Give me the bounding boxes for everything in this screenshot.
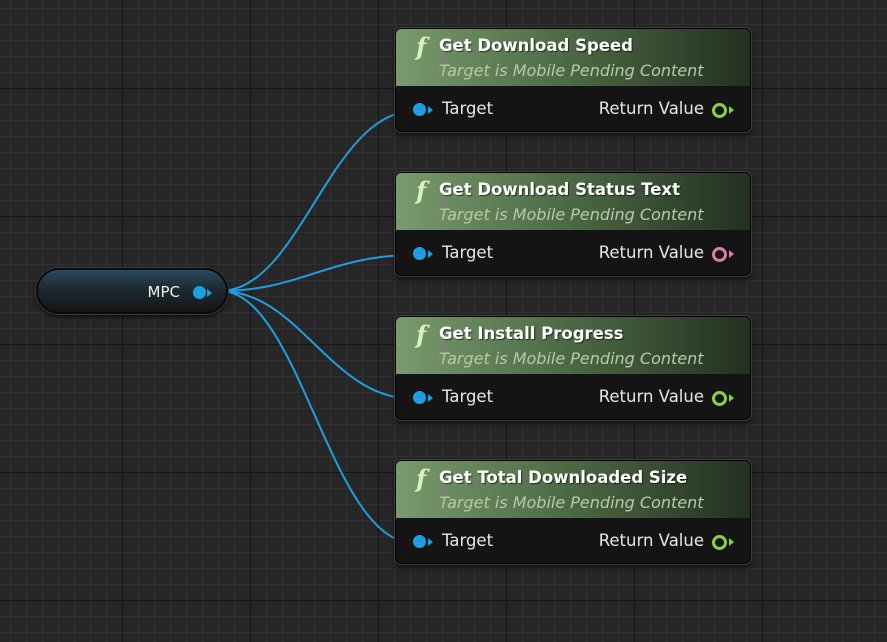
function-icon: f	[416, 32, 427, 61]
wire-mpc-to-total-downloaded-size[interactable]	[219, 290, 415, 544]
node-title: Get Install Progress	[439, 324, 624, 343]
function-icon: f	[416, 320, 427, 349]
get-install-progress-node[interactable]: f Get Install Progress Target is Mobile …	[395, 316, 751, 420]
return-value-pin[interactable]	[712, 535, 727, 550]
variable-output-pin[interactable]	[193, 286, 206, 299]
mpc-variable-node[interactable]: MPC	[36, 268, 228, 314]
return-value-pin[interactable]	[712, 391, 727, 406]
get-download-speed-node[interactable]: f Get Download Speed Target is Mobile Pe…	[395, 28, 751, 132]
target-pin-label: Target	[442, 99, 494, 118]
pin-arrow-icon	[729, 538, 734, 546]
get-total-downloaded-size-node[interactable]: f Get Total Downloaded Size Target is Mo…	[395, 460, 751, 564]
wire-mpc-to-download-speed[interactable]	[219, 110, 415, 292]
node-header: f Get Download Speed Target is Mobile Pe…	[396, 29, 750, 86]
pin-arrow-icon	[207, 289, 212, 297]
function-icon: f	[416, 176, 427, 205]
pin-row: Target Return Value	[396, 374, 750, 419]
pin-arrow-icon	[428, 538, 433, 546]
node-title: Get Total Downloaded Size	[439, 468, 688, 487]
target-pin-label: Target	[442, 531, 494, 550]
pin-row: Target Return Value	[396, 86, 750, 131]
variable-label: MPC	[147, 283, 180, 301]
pin-row: Target Return Value	[396, 230, 750, 275]
pin-arrow-icon	[428, 250, 433, 258]
wire-mpc-to-install-progress[interactable]	[219, 290, 415, 400]
return-value-pin[interactable]	[712, 247, 727, 262]
node-subtitle: Target is Mobile Pending Content	[439, 205, 704, 224]
node-subtitle: Target is Mobile Pending Content	[439, 349, 704, 368]
node-title: Get Download Speed	[439, 36, 633, 55]
function-icon: f	[416, 464, 427, 493]
node-header: f Get Install Progress Target is Mobile …	[396, 317, 750, 374]
pin-row: Target Return Value	[396, 518, 750, 563]
return-value-label: Return Value	[598, 387, 704, 406]
return-value-label: Return Value	[598, 99, 704, 118]
node-subtitle: Target is Mobile Pending Content	[439, 61, 704, 80]
pin-arrow-icon	[428, 394, 433, 402]
pin-arrow-icon	[428, 106, 433, 114]
target-pin-label: Target	[442, 387, 494, 406]
return-value-label: Return Value	[598, 531, 704, 550]
node-header: f Get Download Status Text Target is Mob…	[396, 173, 750, 230]
node-title: Get Download Status Text	[439, 180, 680, 199]
target-input-pin[interactable]	[413, 391, 426, 404]
get-download-status-text-node[interactable]: f Get Download Status Text Target is Mob…	[395, 172, 751, 276]
return-value-pin[interactable]	[712, 103, 727, 118]
node-subtitle: Target is Mobile Pending Content	[439, 493, 704, 512]
wire-mpc-to-download-status-text[interactable]	[219, 254, 415, 292]
target-input-pin[interactable]	[413, 535, 426, 548]
pin-arrow-icon	[729, 250, 734, 258]
return-value-label: Return Value	[598, 243, 704, 262]
target-input-pin[interactable]	[413, 103, 426, 116]
node-header: f Get Total Downloaded Size Target is Mo…	[396, 461, 750, 518]
pin-arrow-icon	[729, 394, 734, 402]
pin-arrow-icon	[729, 106, 734, 114]
target-input-pin[interactable]	[413, 247, 426, 260]
target-pin-label: Target	[442, 243, 494, 262]
